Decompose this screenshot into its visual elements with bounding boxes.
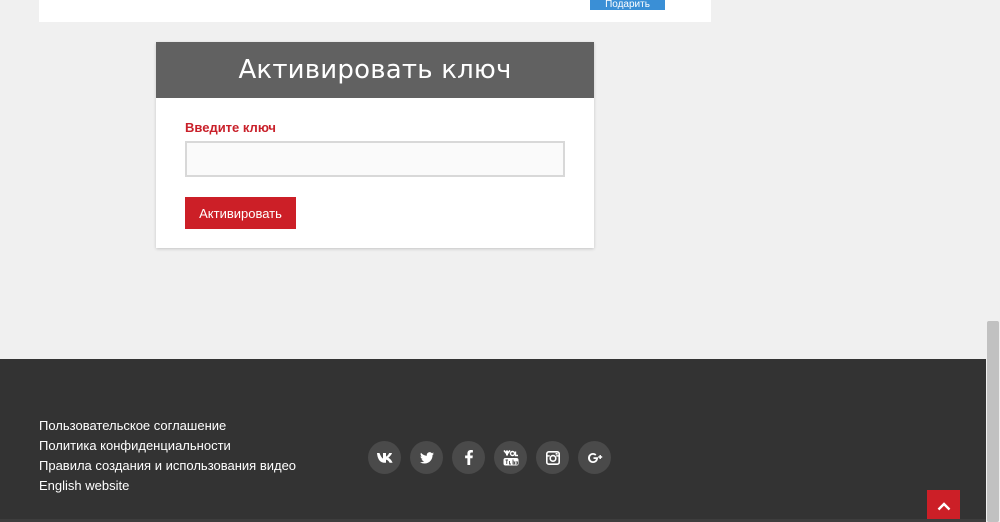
- top-content-strip: Подарить: [39, 0, 711, 22]
- vk-icon[interactable]: [368, 441, 401, 474]
- youtube-icon[interactable]: [494, 441, 527, 474]
- scroll-to-top-button[interactable]: [927, 490, 960, 522]
- google-plus-icon[interactable]: [578, 441, 611, 474]
- instagram-icon[interactable]: [536, 441, 569, 474]
- chevron-up-icon: [937, 501, 950, 510]
- facebook-icon[interactable]: [452, 441, 485, 474]
- scrollbar-track[interactable]: [986, 0, 1000, 522]
- gift-button[interactable]: Подарить: [590, 0, 665, 10]
- footer-link-video-rules[interactable]: Правила создания и использования видео: [39, 456, 296, 476]
- card-title: Активировать ключ: [238, 55, 512, 85]
- footer-link-privacy-policy[interactable]: Политика конфиденциальности: [39, 436, 296, 456]
- twitter-icon[interactable]: [410, 441, 443, 474]
- activate-key-card: Активировать ключ Введите ключ Активиров…: [156, 42, 594, 248]
- footer-link-user-agreement[interactable]: Пользовательское соглашение: [39, 416, 296, 436]
- card-header: Активировать ключ: [156, 42, 594, 98]
- key-input[interactable]: [185, 141, 565, 177]
- footer-link-english-website[interactable]: English website: [39, 476, 296, 496]
- activate-button[interactable]: Активировать: [185, 197, 296, 229]
- key-field-label: Введите ключ: [185, 120, 276, 135]
- social-icons-row: [368, 441, 611, 474]
- footer: Пользовательское соглашение Политика кон…: [0, 359, 986, 522]
- footer-links: Пользовательское соглашение Политика кон…: [39, 416, 296, 496]
- scrollbar-thumb[interactable]: [987, 321, 999, 522]
